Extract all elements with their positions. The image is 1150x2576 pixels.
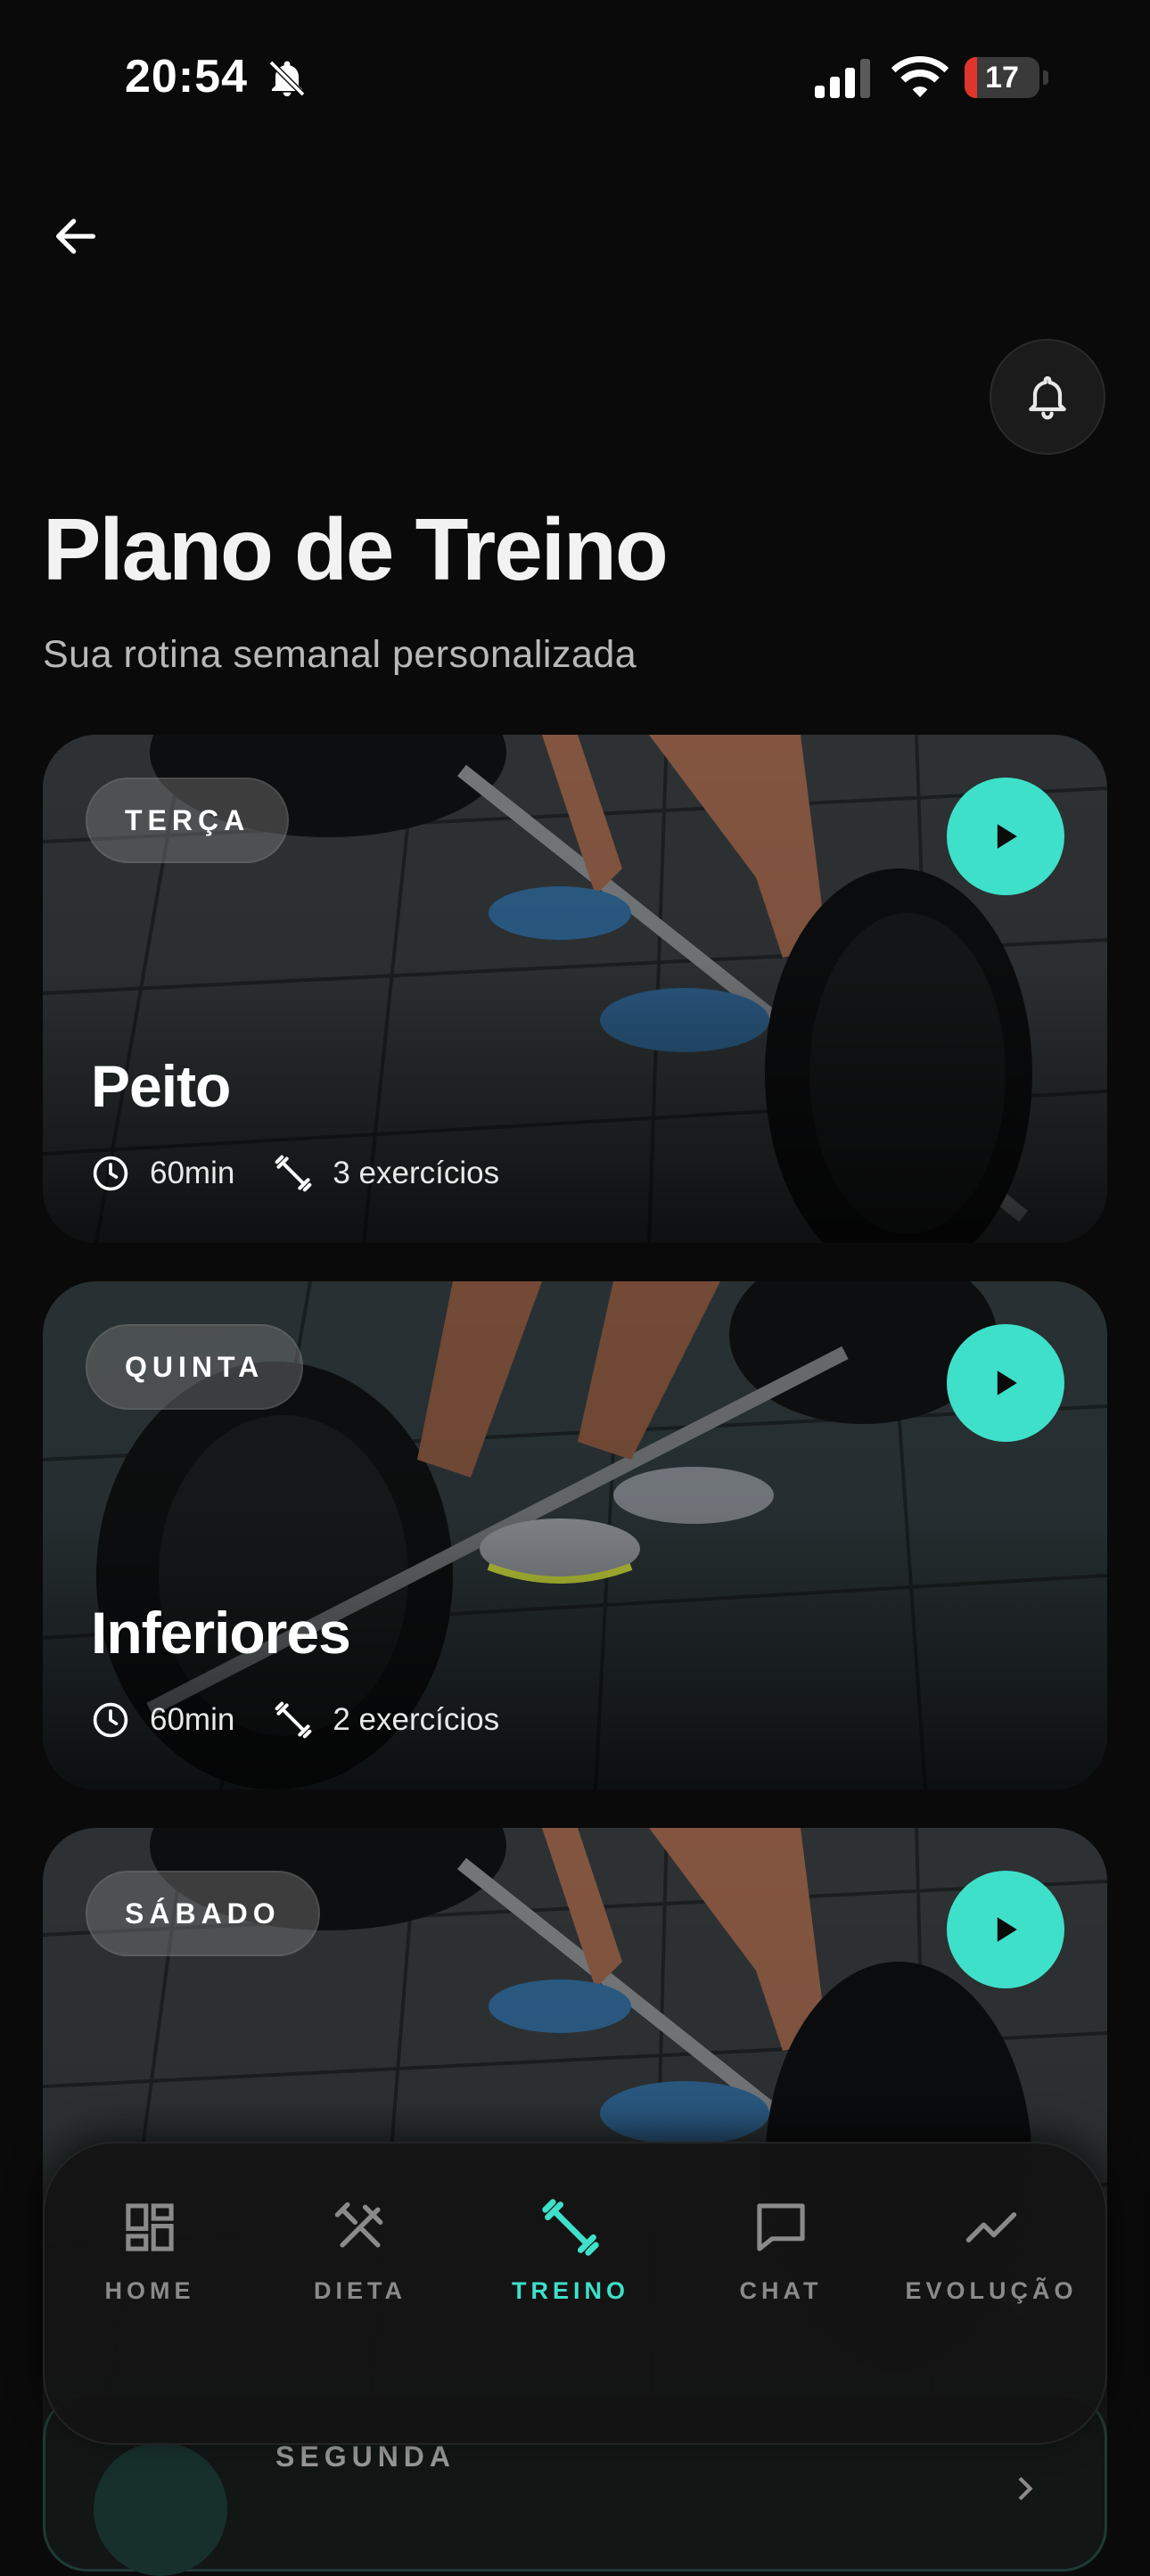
workout-duration: 60min xyxy=(150,1702,235,1737)
day-label: SEGUNDA xyxy=(275,2440,456,2473)
workout-meta: 60min 3 exercícios xyxy=(91,1154,499,1193)
dumbbell-icon xyxy=(275,1155,312,1192)
chevron-right-icon xyxy=(1018,2476,1033,2501)
workout-title: Peito xyxy=(91,1053,231,1119)
bell-off-icon xyxy=(268,60,306,97)
page-title: Plano de Treino xyxy=(43,500,669,598)
status-bar: 20:54 17 xyxy=(0,0,1150,152)
workout-title: Inferiores xyxy=(91,1600,351,1666)
nav-label: TREINO xyxy=(511,2277,629,2304)
nav-label: HOME xyxy=(104,2277,195,2304)
nav-label: EVOLUÇÃO xyxy=(905,2277,1078,2304)
bell-icon xyxy=(1029,375,1066,420)
workout-duration: 60min xyxy=(150,1156,235,1190)
utensils-icon xyxy=(334,2202,383,2248)
cellular-signal-icon xyxy=(815,59,870,98)
nav-item-evolucao[interactable]: EVOLUÇÃO xyxy=(886,2197,1097,2340)
nav-label: CHAT xyxy=(739,2277,823,2304)
day-badge: QUINTA xyxy=(86,1324,304,1410)
play-icon xyxy=(997,824,1017,849)
day-badge: TERÇA xyxy=(86,778,290,863)
play-button[interactable] xyxy=(947,1871,1064,1988)
battery-level: 17 xyxy=(985,61,1019,95)
play-icon xyxy=(997,1917,1017,1942)
nav-item-chat[interactable]: CHAT xyxy=(676,2197,886,2340)
day-badge: SÁBADO xyxy=(86,1871,320,1956)
bolt-icon xyxy=(94,2442,227,2576)
wifi-icon xyxy=(891,56,949,97)
dumbbell-icon xyxy=(275,1701,312,1739)
play-icon xyxy=(997,1370,1017,1395)
arrow-left-icon xyxy=(56,218,95,254)
workout-card-terca[interactable]: TERÇA Peito 60min 3 exercícios xyxy=(43,735,1107,1243)
trend-icon xyxy=(965,2212,1017,2243)
clock-icon xyxy=(93,1156,128,1191)
dashboard-icon xyxy=(126,2203,174,2251)
workout-exercise-count: 3 exercícios xyxy=(333,1156,500,1190)
workout-card-quinta[interactable]: QUINTA Inferiores 60min 2 exercícios xyxy=(43,1281,1107,1790)
status-time: 20:54 xyxy=(125,51,248,103)
nav-item-home[interactable]: HOME xyxy=(45,2197,255,2340)
bottom-nav: HOME DIETA TREINO CHAT EVOLUÇÃO xyxy=(43,2142,1107,2445)
play-button[interactable] xyxy=(947,1324,1064,1442)
battery-indicator: 17 xyxy=(965,57,1048,98)
play-button[interactable] xyxy=(947,778,1064,895)
clock-icon xyxy=(93,1702,128,1738)
nav-item-treino[interactable]: TREINO xyxy=(465,2197,676,2340)
notifications-button[interactable] xyxy=(990,339,1105,455)
nav-label: DIETA xyxy=(314,2277,407,2304)
chat-icon xyxy=(757,2203,805,2251)
nav-item-dieta[interactable]: DIETA xyxy=(255,2197,465,2340)
back-button[interactable] xyxy=(36,196,116,276)
page-subtitle: Sua rotina semanal personalizada xyxy=(43,633,637,676)
workout-exercise-count: 2 exercícios xyxy=(333,1702,500,1737)
workout-meta: 60min 2 exercícios xyxy=(91,1700,499,1740)
dumbbell-icon xyxy=(542,2199,599,2256)
